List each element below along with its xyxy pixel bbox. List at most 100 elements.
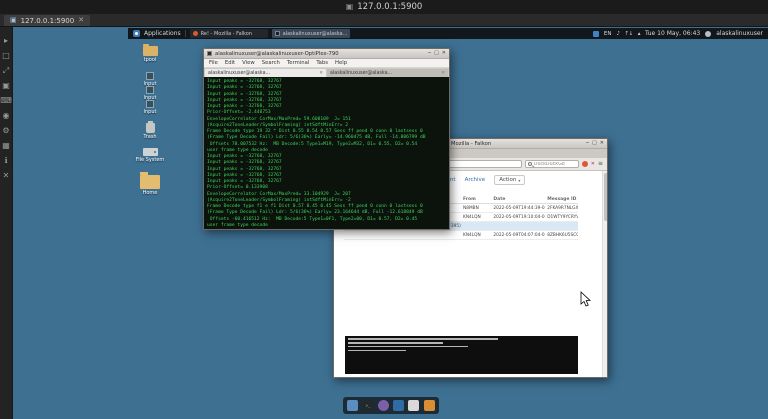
keyboard-layout[interactable]: EN (604, 31, 612, 37)
action-button[interactable]: Action ▾ (494, 175, 525, 185)
user-menu[interactable]: alaskalinuxuser (716, 30, 763, 37)
close-icon[interactable]: ✕ (78, 17, 84, 24)
minimize-button[interactable]: ─ (586, 141, 589, 146)
text-editor-icon[interactable] (408, 400, 419, 411)
desktop-icon-input[interactable]: Input (129, 100, 171, 115)
notifications-caret-icon[interactable]: ▴ (638, 31, 640, 37)
screenshot-icon[interactable]: ◉ (3, 112, 10, 120)
user-icon (705, 31, 711, 37)
monitor-icon: ▣ (10, 17, 17, 24)
clock[interactable]: Tue 10 May, 06:43 (645, 30, 700, 37)
chevron-down-icon: ▾ (518, 178, 520, 183)
message-subject (344, 231, 461, 240)
desktop-icon-filesystem[interactable]: File System (129, 148, 171, 163)
terminal-line: Offsets -60.416512 Hz: MB Decode:5 Type1… (207, 217, 446, 223)
console-log-line (348, 350, 406, 352)
message-from: N8MBN (461, 204, 491, 213)
terminal-icon[interactable]: >_ (363, 400, 374, 411)
message-from: KN4LQN (461, 231, 491, 240)
menu-item-tabs[interactable]: Tabs (316, 60, 328, 66)
preferences-icon[interactable]: ⚙ (2, 127, 9, 135)
xfce-panel: Applications Re! - Mozilla - Falkon alas… (128, 28, 768, 39)
scrollbar-thumb[interactable] (604, 173, 608, 221)
dynamic-resolution-icon[interactable]: ⤢ (3, 67, 9, 75)
panel-separator (185, 30, 186, 37)
window-button-label: alaskalinuxuser@alaska... (283, 31, 348, 37)
web-browser-icon[interactable] (378, 400, 389, 411)
terminal-titlebar[interactable]: alaskalinuxuser@alaskalinuxuser-OptiPlex… (204, 49, 449, 59)
terminal-tabbar: alaskalinuxuser@alaska... ✕ alaskalinuxu… (204, 68, 449, 77)
prompt-glyph: >_ (366, 404, 371, 408)
close-button[interactable]: ✕ (442, 51, 446, 56)
column-header-date: Date (491, 195, 545, 204)
multi-monitor-icon[interactable]: ▦ (2, 142, 10, 150)
menu-item-view[interactable]: View (242, 60, 255, 66)
menu-icon[interactable]: ≡ (598, 161, 603, 167)
screen: ▣ 127.0.0.1:5900 ▣ 127.0.0.1:5900 ✕ ▸ □ … (0, 0, 768, 419)
menu-item-file[interactable]: File (209, 60, 218, 66)
adblock-icon[interactable]: ✕ (591, 161, 595, 167)
terminal-app-icon (207, 51, 212, 56)
session-tab[interactable]: ▣ 127.0.0.1:5900 ✕ (4, 15, 90, 26)
console-log-line (348, 338, 498, 340)
desktop-icon-trash[interactable]: Trash (129, 123, 171, 140)
search-engine-label: DuckDuckGo (534, 162, 565, 167)
file-icon (146, 100, 154, 108)
monitor-icon: ▣ (346, 3, 354, 11)
applications-menu-icon[interactable] (133, 30, 140, 37)
tab-close-icon[interactable]: ✕ (441, 71, 445, 76)
desktop-icon-home[interactable]: Home (129, 175, 171, 196)
network-icon[interactable]: ↑↓ (625, 31, 633, 37)
applications-menu[interactable]: Applications (144, 30, 181, 37)
close-button[interactable]: ✕ (600, 141, 604, 146)
duckduckgo-icon[interactable] (582, 161, 588, 167)
menu-item-search[interactable]: Search (262, 60, 280, 66)
message-date: 2022-05-09T04:07:04-08:00 (491, 231, 545, 240)
session-tab-label: 127.0.0.1:5900 (21, 17, 75, 25)
scrollbar[interactable] (602, 171, 607, 377)
folder-link-archive[interactable]: Archive (465, 177, 486, 183)
search-icon (528, 162, 532, 166)
window-button-falkon[interactable]: Re! - Mozilla - Falkon (190, 29, 268, 38)
terminal-menubar: File Edit View Search Terminal Tabs Help (204, 59, 449, 68)
maximize-button[interactable]: □ (592, 141, 597, 146)
terminal-line: user frame type decode (207, 223, 446, 229)
scaled-mode-icon[interactable]: ▣ (2, 82, 10, 90)
window-button-terminal[interactable]: alaskalinuxuser@alaska... (272, 29, 350, 38)
file-manager-icon[interactable] (347, 400, 358, 411)
terminal-tab[interactable]: alaskalinuxuser@alaska... ✕ (205, 69, 326, 77)
terminal-line: Offsets 78.007532 Hz: MB Decode:5 Type1=… (207, 142, 446, 148)
settings-icon[interactable] (424, 400, 435, 411)
desktop-icon-label: File System (129, 157, 171, 163)
volume-icon[interactable]: ♪ (617, 31, 620, 37)
minimize-button[interactable]: ─ (428, 51, 431, 56)
menu-item-edit[interactable]: Edit (225, 60, 235, 66)
message-id: D1WTY9YCRYV5 (545, 213, 578, 222)
desktop-icon-tpool[interactable]: tpool (129, 46, 171, 63)
menu-item-terminal[interactable]: Terminal (287, 60, 309, 66)
terminal-output[interactable]: Input peaks = -32768, 32767 Input peaks … (204, 77, 449, 229)
menu-item-help[interactable]: Help (335, 60, 347, 66)
maximize-button[interactable]: □ (434, 51, 439, 56)
disconnect-icon[interactable]: ✕ (3, 172, 10, 180)
falkon-window-icon (193, 31, 198, 36)
collapse-toolbar-icon[interactable]: ▸ (4, 37, 8, 45)
grab-keyboard-icon[interactable]: ⌨ (0, 97, 12, 105)
terminal-tab[interactable]: alaskalinuxuser@alaska... ✕ (327, 69, 448, 77)
terminal-window[interactable]: alaskalinuxuser@alaskalinuxuser-OptiPlex… (203, 48, 450, 230)
remote-desktop[interactable]: Applications Re! - Mozilla - Falkon alas… (13, 27, 768, 419)
fullscreen-icon[interactable]: □ (2, 52, 10, 60)
session-info-icon[interactable]: ℹ (4, 157, 7, 165)
desktop-icon-input[interactable]: Input (129, 72, 171, 87)
folder-icon (143, 46, 158, 56)
search-input[interactable]: DuckDuckGo (525, 160, 579, 168)
message-id (545, 222, 578, 231)
terminal-line: (Frame Type Decode Fail) Ldr: 5/6(36%) E… (207, 135, 446, 141)
terminal-tab-label: alaskalinuxuser@alaska... (208, 71, 270, 76)
mail-icon[interactable] (393, 400, 404, 411)
file-icon (146, 86, 154, 94)
desktop-icon-input[interactable]: Input (129, 86, 171, 101)
tab-close-icon[interactable]: ✕ (319, 71, 323, 76)
message-row[interactable]: KN4LQN 2022-05-09T04:07:04-08:00 8ZBHK6U… (344, 231, 578, 240)
tray-indicator-icon[interactable] (593, 31, 599, 37)
